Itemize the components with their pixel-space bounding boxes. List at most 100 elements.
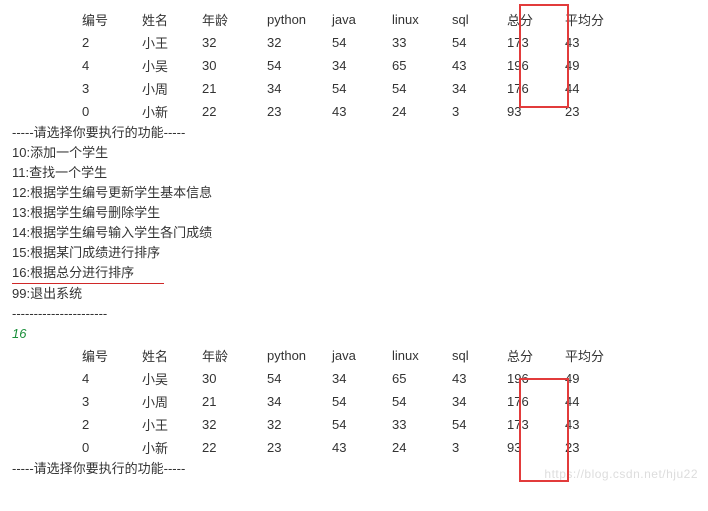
col-name: 姓名	[142, 344, 202, 367]
cell	[12, 31, 82, 54]
cell: 54	[332, 390, 392, 413]
cell	[12, 413, 82, 436]
cell: 43	[332, 100, 392, 123]
cell: 33	[392, 413, 452, 436]
watermark: https://blog.csdn.net/hju22	[544, 467, 698, 481]
cell: 小周	[142, 390, 202, 413]
cell: 0	[82, 100, 142, 123]
table-row: 3小周213454543417644	[12, 390, 625, 413]
col-python: python	[267, 344, 332, 367]
table-row: 4小吴305434654319649	[12, 367, 625, 390]
cell: 32	[202, 31, 267, 54]
cell: 176	[507, 77, 565, 100]
menu-divider: ----------------------	[12, 304, 696, 324]
cell: 2	[82, 413, 142, 436]
col-age: 年龄	[202, 8, 267, 31]
table-row: 0小新2223432439323	[12, 100, 625, 123]
cell: 34	[267, 77, 332, 100]
menu-item: 16:根据总分进行排序	[12, 263, 696, 284]
col-total: 总分	[507, 8, 565, 31]
cell: 4	[82, 54, 142, 77]
table-row: 4小吴305434654319649	[12, 54, 625, 77]
col-avg: 平均分	[565, 8, 625, 31]
user-input-value: 16	[12, 324, 696, 344]
cell: 33	[392, 31, 452, 54]
col-python: python	[267, 8, 332, 31]
table-row: 0小新2223432439323	[12, 436, 625, 459]
cell: 173	[507, 31, 565, 54]
student-table-before: 编号 姓名 年龄 python java linux sql 总分 平均分 2小…	[12, 8, 625, 123]
cell: 54	[452, 413, 507, 436]
cell: 43	[565, 31, 625, 54]
cell: 54	[392, 77, 452, 100]
cell: 54	[452, 31, 507, 54]
menu-item: 15:根据某门成绩进行排序	[12, 243, 696, 263]
menu-item: 10:添加一个学生	[12, 143, 696, 163]
cell: 54	[332, 31, 392, 54]
col-total: 总分	[507, 344, 565, 367]
cell: 23	[267, 100, 332, 123]
table-row: 2小王323254335417343	[12, 31, 625, 54]
cell: 23	[565, 436, 625, 459]
cell	[12, 436, 82, 459]
cell	[12, 100, 82, 123]
cell: 196	[507, 367, 565, 390]
table-row: 2小王323254335417343	[12, 413, 625, 436]
menu-item: 99:退出系统	[12, 284, 696, 304]
cell: 小王	[142, 413, 202, 436]
col-sql: sql	[452, 344, 507, 367]
cell: 34	[452, 390, 507, 413]
menu-item: 11:查找一个学生	[12, 163, 696, 183]
cell: 32	[267, 31, 332, 54]
cell: 2	[82, 31, 142, 54]
cell: 93	[507, 436, 565, 459]
col-avg: 平均分	[565, 344, 625, 367]
cell: 小吴	[142, 367, 202, 390]
cell	[12, 77, 82, 100]
col-java: java	[332, 8, 392, 31]
cell: 34	[332, 54, 392, 77]
cell: 32	[267, 413, 332, 436]
cell: 34	[332, 367, 392, 390]
col-name: 姓名	[142, 8, 202, 31]
cell	[12, 367, 82, 390]
cell: 43	[332, 436, 392, 459]
cell: 24	[392, 100, 452, 123]
cell: 3	[452, 100, 507, 123]
cell: 54	[332, 77, 392, 100]
cell: 3	[82, 77, 142, 100]
cell: 44	[565, 390, 625, 413]
cell: 小王	[142, 31, 202, 54]
col-id: 编号	[82, 344, 142, 367]
cell: 93	[507, 100, 565, 123]
cell: 54	[392, 390, 452, 413]
cell: 49	[565, 367, 625, 390]
cell: 34	[452, 77, 507, 100]
cell: 34	[267, 390, 332, 413]
cell: 32	[202, 413, 267, 436]
cell: 小周	[142, 77, 202, 100]
cell: 173	[507, 413, 565, 436]
cell: 196	[507, 54, 565, 77]
cell: 21	[202, 77, 267, 100]
cell: 小新	[142, 436, 202, 459]
cell: 65	[392, 367, 452, 390]
cell	[12, 54, 82, 77]
table-header-row: 编号 姓名 年龄 python java linux sql 总分 平均分	[12, 8, 625, 31]
cell: 21	[202, 390, 267, 413]
cell: 43	[452, 54, 507, 77]
menu-title: -----请选择你要执行的功能-----	[12, 123, 696, 143]
cell: 43	[565, 413, 625, 436]
student-table-after: 编号 姓名 年龄 python java linux sql 总分 平均分 4小…	[12, 344, 625, 459]
cell: 43	[452, 367, 507, 390]
cell: 22	[202, 100, 267, 123]
cell: 24	[392, 436, 452, 459]
menu-item-highlighted: 16:根据总分进行排序	[12, 263, 164, 284]
cell: 4	[82, 367, 142, 390]
cell: 22	[202, 436, 267, 459]
menu-item: 13:根据学生编号删除学生	[12, 203, 696, 223]
cell: 30	[202, 54, 267, 77]
cell: 小新	[142, 100, 202, 123]
table-header-row: 编号 姓名 年龄 python java linux sql 总分 平均分	[12, 344, 625, 367]
cell: 23	[267, 436, 332, 459]
